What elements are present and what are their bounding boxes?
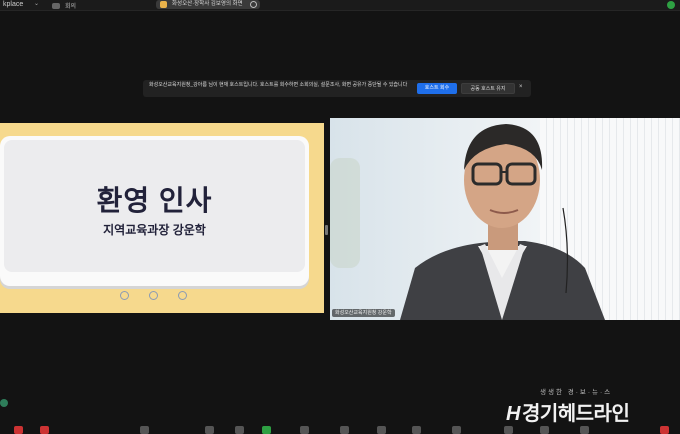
slide-title: 환영 인사 <box>96 185 213 216</box>
keep-cohost-button[interactable]: 공동 호스트 유지 <box>461 83 515 94</box>
settings-icon[interactable] <box>120 291 129 300</box>
brand-mark: H <box>506 403 520 425</box>
avatar[interactable] <box>0 399 8 407</box>
top-bar: kplace ⌄ 회의 화성오산·장학사 김보영의 화면 <box>0 0 680 11</box>
share-title-pill[interactable]: 화성오산·장학사 김보영의 화면 <box>156 0 260 9</box>
more-options-icon[interactable] <box>580 426 589 434</box>
participant-figure <box>400 124 605 320</box>
whiteboard-icon[interactable] <box>412 426 421 434</box>
close-icon[interactable]: × <box>519 84 523 90</box>
slide-tools <box>120 291 187 300</box>
notification-message: 화성오산교육지원청_강아름 님이 현재 호스트입니다. 호스트를 회수하면 소회… <box>149 82 408 88</box>
record-icon[interactable] <box>300 426 309 434</box>
participant-video-tile[interactable]: 화성오산교육지원청 강운학 <box>330 118 680 320</box>
gear-icon[interactable] <box>178 291 187 300</box>
meeting-label: 회의 <box>65 4 77 10</box>
more-icon[interactable] <box>250 1 257 8</box>
participant-name-label: 화성오산교육지원청 강운학 <box>332 309 395 317</box>
video-icon[interactable] <box>40 426 49 434</box>
check-shield-icon[interactable] <box>667 1 675 9</box>
slide-card: 환영 인사 지역교육과장 강운학 <box>0 136 309 300</box>
share-title: 화성오산·장학사 김보영의 화면 <box>172 1 243 7</box>
participants-icon[interactable] <box>140 426 149 434</box>
lock-icon <box>160 1 167 8</box>
meeting-menu[interactable]: 회의 <box>52 1 76 10</box>
shared-screen-tile[interactable]: 환영 인사 지역교육과장 강운학 <box>0 123 324 313</box>
splitter-handle[interactable] <box>325 225 328 235</box>
brand-slogan: 생생한 경·보·뉴·스 <box>540 389 613 396</box>
reclaim-host-button[interactable]: 호스트 회수 <box>417 83 457 94</box>
chevron-down-icon[interactable]: ⌄ <box>34 0 39 7</box>
leave-icon[interactable] <box>660 426 669 434</box>
host-notification: 화성오산교육지원청_강아름 님이 현재 호스트입니다. 호스트를 회수하면 소회… <box>143 80 531 97</box>
share-screen-icon[interactable] <box>262 426 271 434</box>
slide-subtitle: 지역교육과장 강운학 <box>103 223 206 237</box>
react-icon[interactable] <box>235 426 244 434</box>
brand-watermark: H 경기헤드라인 <box>506 397 630 426</box>
apps-icon[interactable] <box>340 426 349 434</box>
app-label[interactable]: kplace <box>3 1 23 8</box>
notes-icon[interactable] <box>452 426 461 434</box>
meeting-toolbar <box>0 425 680 434</box>
breakout-icon[interactable] <box>377 426 386 434</box>
brand-name: 경기헤드라인 <box>521 403 630 425</box>
view-icon[interactable] <box>504 426 513 434</box>
mic-icon[interactable] <box>14 426 23 434</box>
pen-icon[interactable] <box>149 291 158 300</box>
info-icon[interactable] <box>540 426 549 434</box>
meeting-icon <box>52 2 60 9</box>
chat-icon[interactable] <box>205 426 214 434</box>
